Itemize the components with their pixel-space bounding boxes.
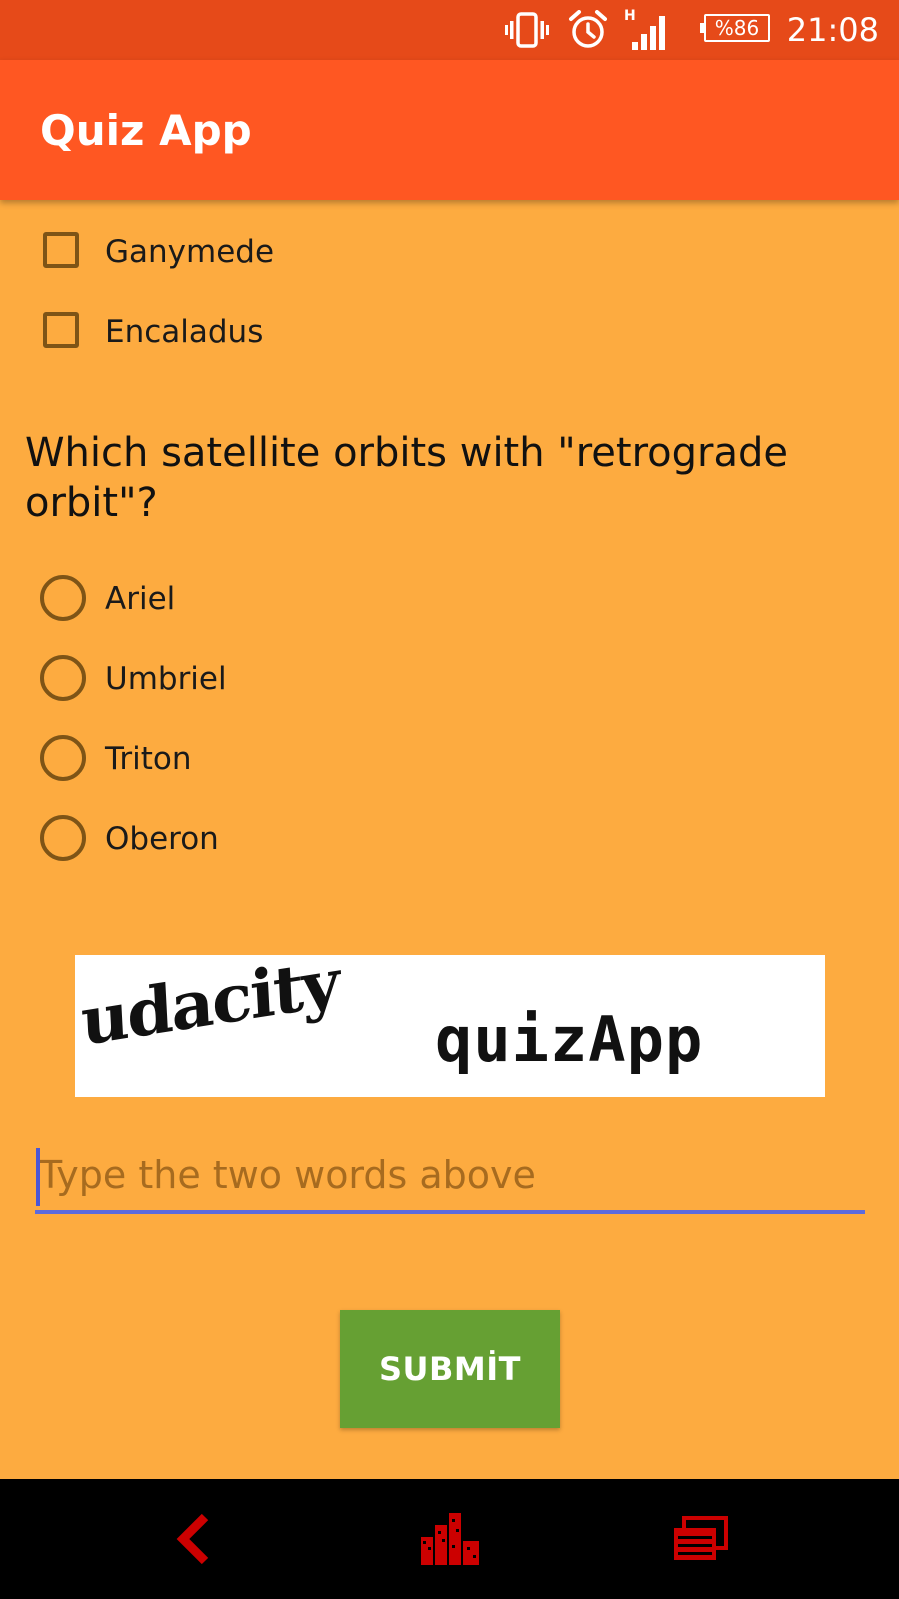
back-icon xyxy=(176,1513,209,1565)
app-bar: Quiz App xyxy=(0,60,899,200)
radio-option-umbriel[interactable]: Umbriel xyxy=(0,645,899,715)
alarm-icon xyxy=(569,10,607,48)
text-cursor xyxy=(36,1148,40,1206)
radio-button[interactable] xyxy=(40,735,86,781)
checkbox-option-encaladus[interactable]: Encaladus xyxy=(0,298,899,368)
radio-button[interactable] xyxy=(40,655,86,701)
captcha-input-wrapper xyxy=(35,1140,865,1218)
radio-label: Umbriel xyxy=(105,661,227,697)
back-button[interactable] xyxy=(115,1479,275,1599)
radio-label: Oberon xyxy=(105,821,219,857)
svg-text:H: H xyxy=(624,8,636,24)
status-bar: H %86 21:08 xyxy=(0,0,899,60)
captcha-word-1: udacity xyxy=(79,955,340,1061)
signal-h-icon: H xyxy=(624,8,665,50)
checkbox-label: Ganymede xyxy=(105,234,275,270)
captcha-input[interactable] xyxy=(35,1140,865,1214)
radio-button[interactable] xyxy=(40,815,86,861)
radio-option-triton[interactable]: Triton xyxy=(0,725,899,795)
radio-option-ariel[interactable]: Ariel xyxy=(0,565,899,635)
status-time: 21:08 xyxy=(786,11,879,49)
submit-button[interactable]: SUBMİT xyxy=(340,1310,560,1428)
app-title: Quiz App xyxy=(40,106,252,155)
recents-button[interactable] xyxy=(620,1479,780,1599)
navigation-bar xyxy=(0,1479,899,1599)
radio-label: Ariel xyxy=(105,581,176,617)
battery-level: %86 xyxy=(714,16,760,40)
vibrate-icon xyxy=(505,12,549,48)
radio-option-oberon[interactable]: Oberon xyxy=(0,805,899,875)
recents-icon xyxy=(674,1516,728,1560)
radio-label: Triton xyxy=(105,741,192,777)
checkbox-label: Encaladus xyxy=(105,314,264,350)
checkbox[interactable] xyxy=(43,232,79,268)
battery-icon: %86 xyxy=(700,14,770,42)
checkbox-option-ganymede[interactable]: Ganymede xyxy=(0,218,899,288)
question-text: Which satellite orbits with "retrograde … xyxy=(25,430,788,526)
captcha-image: udacity quizApp xyxy=(75,955,825,1097)
home-button[interactable] xyxy=(370,1479,530,1599)
checkbox[interactable] xyxy=(43,312,79,348)
captcha-word-2: quizApp xyxy=(435,1003,704,1076)
home-icon xyxy=(421,1513,479,1565)
radio-button[interactable] xyxy=(40,575,86,621)
